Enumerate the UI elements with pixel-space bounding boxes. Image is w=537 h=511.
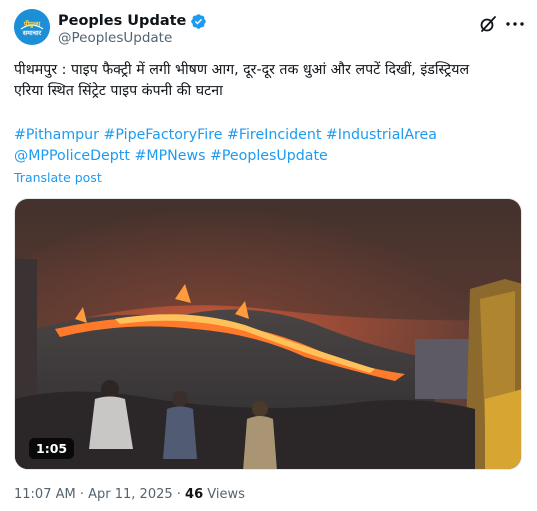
meta-separator: ·: [75, 487, 89, 502]
video-thumbnail: [15, 199, 521, 469]
verified-badge-icon: [190, 13, 207, 30]
author-display-name[interactable]: Peoples Update: [58, 13, 186, 29]
hashtag-industrialarea[interactable]: #IndustrialArea: [326, 127, 437, 143]
views-count: 46: [185, 487, 204, 502]
hashtag-pipefactoryfire[interactable]: #PipeFactoryFire: [104, 127, 223, 143]
grok-icon[interactable]: [478, 14, 498, 34]
avatar-logo-text-bottom: समाचार: [22, 29, 42, 37]
post-time[interactable]: 11:07 AM: [14, 487, 76, 502]
hashtag-pithampur[interactable]: #Pithampur: [14, 127, 99, 143]
hashtag-peoplesupdate[interactable]: #PeoplesUpdate: [210, 148, 328, 164]
video-duration-badge: 1:05: [29, 438, 75, 459]
hashtag-fireincident[interactable]: #FireIncident: [227, 127, 321, 143]
hashtag-mpnews[interactable]: #MPNews: [134, 148, 205, 164]
post-date[interactable]: Apr 11, 2025: [88, 487, 173, 502]
avatar-logo-text-top: पीपुल्स: [23, 20, 41, 28]
video-player[interactable]: 1:05: [14, 198, 522, 470]
hashtag-list: #Pithampur #PipeFactoryFire #FireInciden…: [14, 125, 526, 167]
views-label: Views: [203, 487, 245, 502]
meta-separator-2: ·: [172, 487, 186, 502]
mention-mppolicedeptt[interactable]: @MPPoliceDeptt: [14, 148, 130, 164]
post-text: पीथमपुर : पाइप फैक्ट्री में लगी भीषण आग,…: [14, 62, 470, 99]
avatar[interactable]: पीपुल्स समाचार: [14, 9, 50, 45]
translate-post-link[interactable]: Translate post: [14, 170, 102, 185]
post-metadata: 11:07 AM · Apr 11, 2025 · 46 Views: [14, 487, 245, 502]
author-handle[interactable]: @PeoplesUpdate: [58, 30, 172, 46]
author-name-row[interactable]: Peoples Update: [58, 11, 207, 31]
more-options-icon[interactable]: [504, 14, 526, 34]
